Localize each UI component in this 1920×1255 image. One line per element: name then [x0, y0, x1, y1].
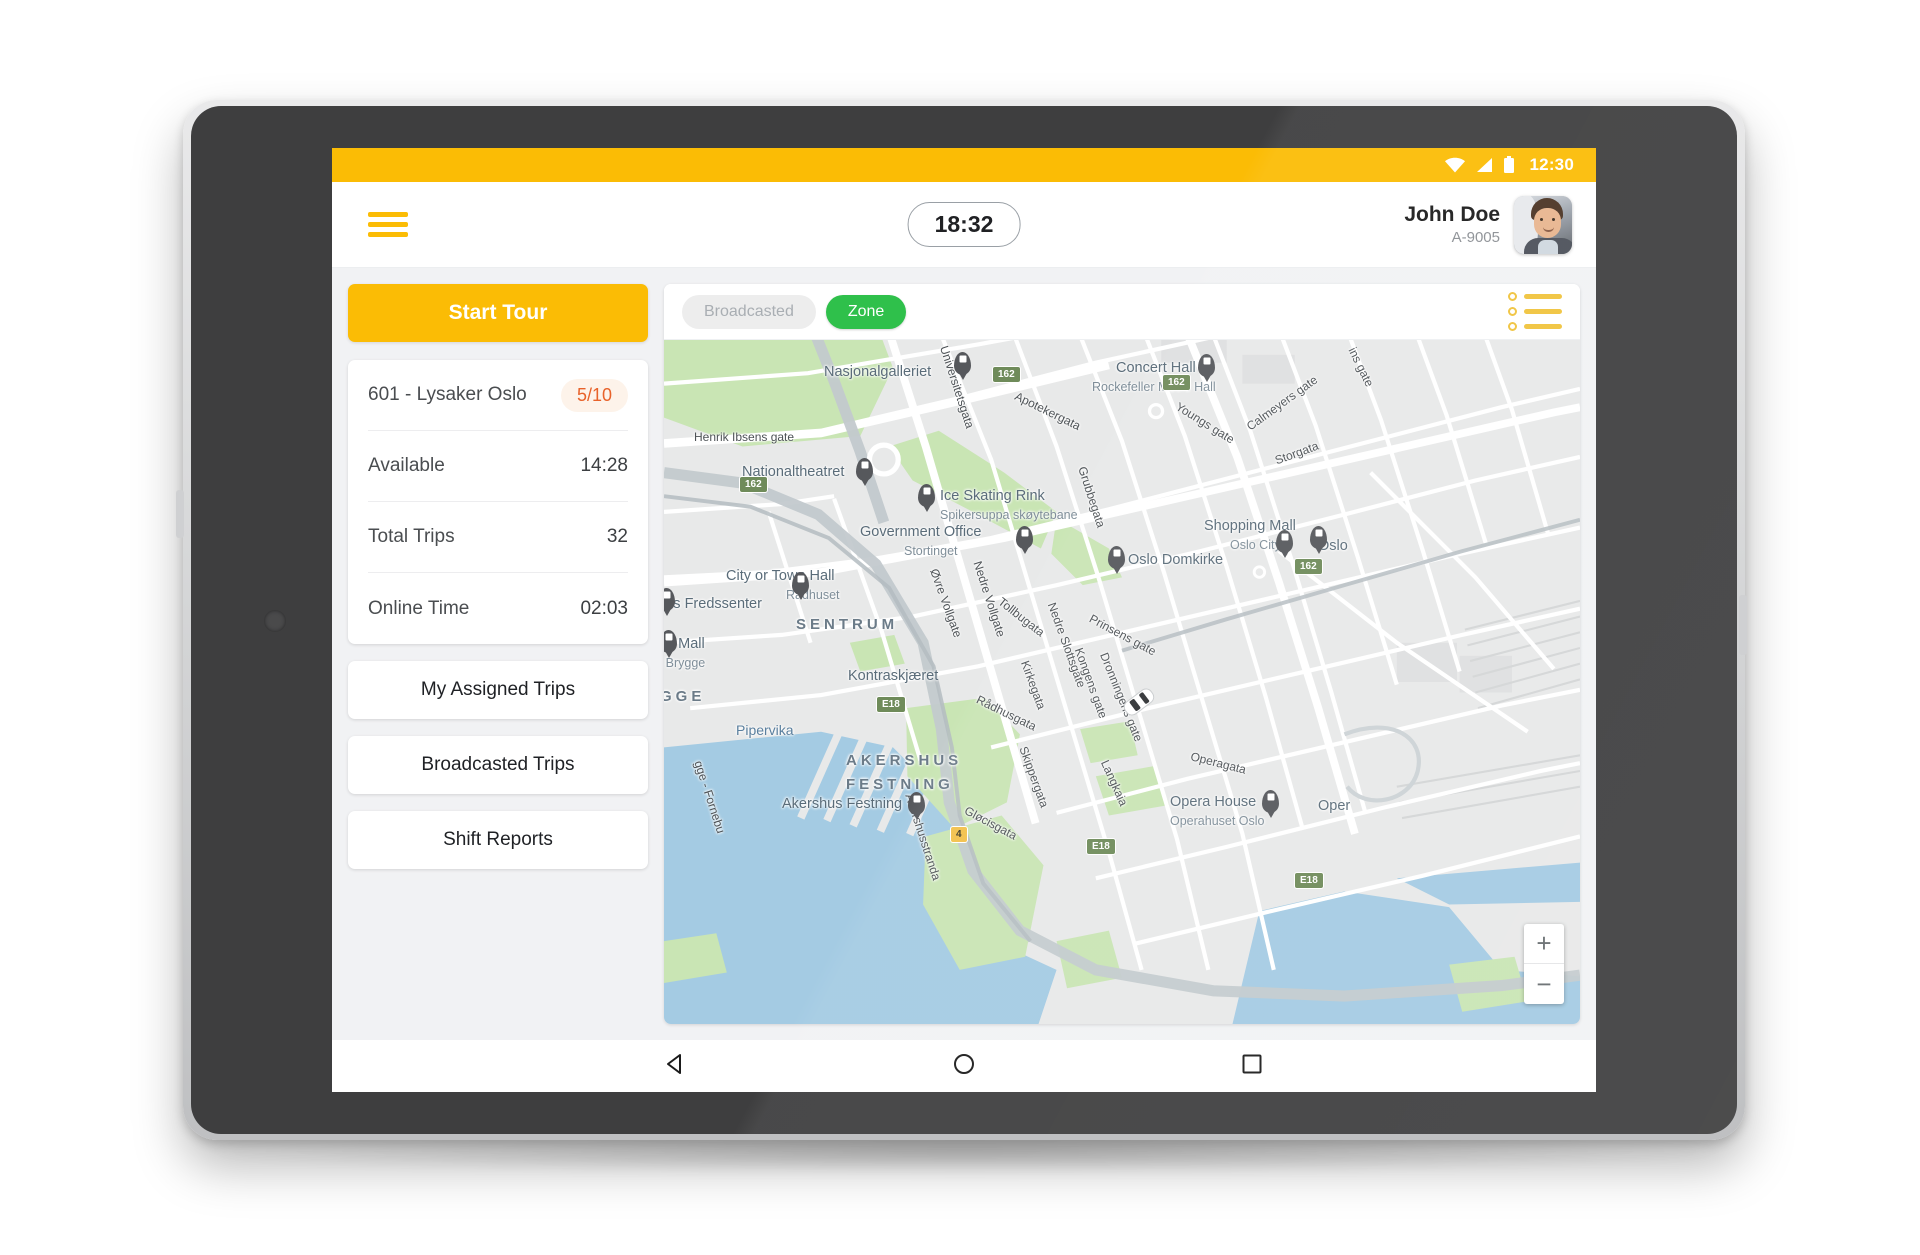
android-nav-bar — [332, 1040, 1596, 1092]
my-assigned-trips-button[interactable]: My Assigned Trips — [348, 661, 648, 719]
user-profile[interactable]: John Doe A-9005 — [1404, 195, 1572, 254]
shift-reports-button[interactable]: Shift Reports — [348, 811, 648, 869]
toggle-broadcasted[interactable]: Broadcasted — [682, 294, 816, 329]
recents-square-icon[interactable] — [1239, 1051, 1265, 1082]
user-name: John Doe — [1404, 202, 1500, 226]
signal-icon — [1475, 157, 1494, 173]
user-id: A-9005 — [1451, 229, 1500, 247]
stat-row: Available 14:28 — [368, 431, 628, 502]
stat-value: 32 — [606, 526, 628, 547]
wifi-icon — [1444, 157, 1466, 173]
stat-row: Online Time 02:03 — [368, 573, 628, 644]
avatar[interactable] — [1514, 195, 1572, 254]
stat-value: 14:28 — [580, 455, 628, 476]
list-view-icon[interactable] — [1508, 292, 1562, 331]
shift-stats-card: 601 - Lysaker Oslo 5/10 Available 14:28 … — [348, 360, 648, 644]
front-camera-icon — [264, 610, 286, 632]
hamburger-menu-icon[interactable] — [368, 207, 408, 242]
toggle-zone[interactable]: Zone — [825, 294, 907, 329]
user-profile-text: John Doe A-9005 — [1404, 203, 1500, 246]
volume-button[interactable] — [176, 490, 184, 538]
stat-label: Available — [368, 455, 445, 476]
status-bar-clock: 12:30 — [1529, 155, 1574, 174]
stat-label: Online Time — [368, 597, 470, 619]
zoom-in-button[interactable]: + — [1524, 924, 1564, 964]
map-vector — [664, 340, 1580, 1024]
power-button[interactable] — [1739, 595, 1747, 655]
map-zoom-controls[interactable]: + − — [1524, 924, 1564, 1004]
screenshot-root: 12:30 18:32 John Doe A-9005 Start Tour 6… — [0, 0, 1920, 1255]
shift-clock-badge: 18:32 — [907, 202, 1021, 247]
stat-row: Total Trips 32 — [368, 502, 628, 573]
battery-icon — [1503, 156, 1515, 174]
status-bar: 12:30 — [332, 148, 1596, 182]
map-toolbar: Broadcasted Zone — [664, 284, 1580, 340]
zone-capacity-badge: 5/10 — [560, 378, 628, 412]
home-circle-icon[interactable] — [951, 1051, 977, 1082]
app-header: 18:32 John Doe A-9005 — [332, 182, 1596, 268]
map-panel: Broadcasted Zone Nasjonalgalleriet Natio… — [664, 284, 1580, 1024]
broadcasted-trips-button[interactable]: Broadcasted Trips — [348, 736, 648, 794]
zone-label: 601 - Lysaker Oslo — [368, 384, 527, 405]
map-canvas[interactable]: Nasjonalgalleriet Nationaltheatret Ice S… — [664, 340, 1580, 1024]
start-tour-button[interactable]: Start Tour — [348, 284, 648, 342]
device-screen: 12:30 18:32 John Doe A-9005 Start Tour 6… — [332, 148, 1596, 1092]
stat-label: Total Trips — [368, 526, 455, 547]
zone-row[interactable]: 601 - Lysaker Oslo 5/10 — [368, 360, 628, 431]
sidebar: Start Tour 601 - Lysaker Oslo 5/10 Avail… — [348, 284, 648, 1024]
stat-value: 02:03 — [580, 597, 628, 619]
main-content: Start Tour 601 - Lysaker Oslo 5/10 Avail… — [332, 268, 1596, 1040]
back-triangle-icon[interactable] — [663, 1051, 689, 1082]
zoom-out-button[interactable]: − — [1524, 964, 1564, 1004]
